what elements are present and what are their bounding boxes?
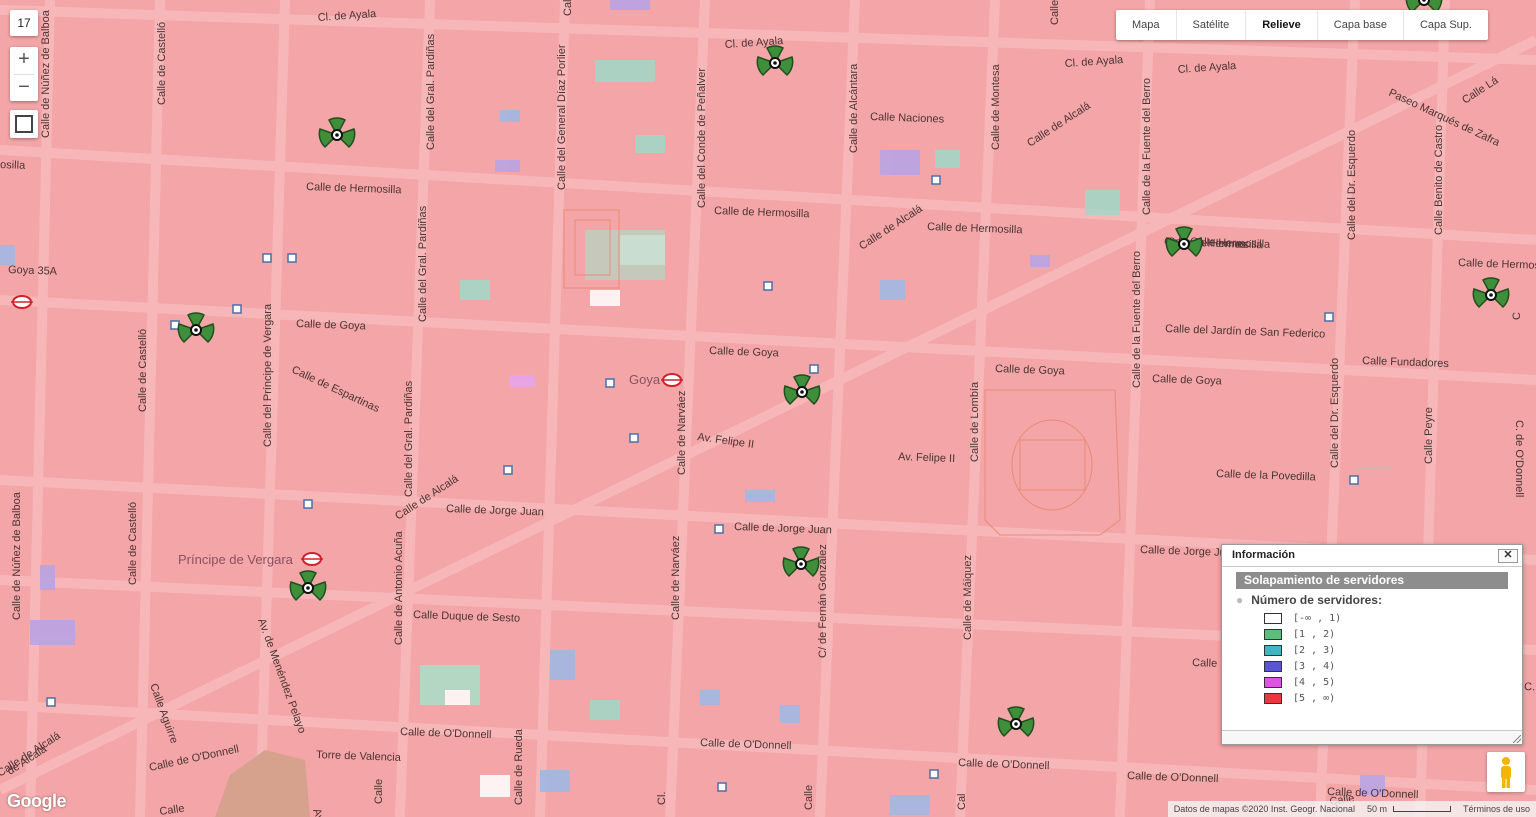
street-label: Calle de Castelló bbox=[156, 22, 168, 105]
street-label: Calle bbox=[1192, 657, 1217, 670]
street-label: Calle de Goya bbox=[709, 345, 780, 359]
info-panel: Información ✕ Solapamiento de servidores… bbox=[1221, 544, 1523, 745]
street-label: Calle del General Díaz Porlier bbox=[556, 44, 568, 190]
legend-row: [3 , 4) bbox=[1264, 658, 1522, 674]
legend-swatch bbox=[1264, 692, 1282, 704]
legend-row: [1 , 2) bbox=[1264, 626, 1522, 642]
map-attribution: Datos de mapas ©2020 Inst. Geogr. Nacion… bbox=[1167, 801, 1536, 817]
info-panel-header[interactable]: Información ✕ bbox=[1222, 545, 1522, 567]
info-panel-footer bbox=[1222, 730, 1522, 744]
metro-label-goya[interactable]: Goya bbox=[629, 372, 661, 387]
street-label: Calle bbox=[562, 0, 574, 16]
scale-bar bbox=[1392, 806, 1451, 812]
legend-swatch bbox=[1264, 628, 1282, 640]
street-label: osilla bbox=[0, 159, 26, 172]
street-label: Calle de Alcántara bbox=[848, 63, 860, 153]
street-label: Calle de Narváez bbox=[670, 536, 682, 620]
scale-label: 50 m bbox=[1366, 804, 1387, 814]
street-label: Calle de Montesa bbox=[990, 64, 1002, 150]
legend-row: [-∞ , 1) bbox=[1264, 610, 1522, 626]
legend-row: [2 , 3) bbox=[1264, 642, 1522, 658]
legend-swatch bbox=[1264, 676, 1282, 688]
street-label: Calle de Rueda bbox=[513, 728, 525, 805]
street-label: Calle de la Fuente del Berro bbox=[1141, 78, 1153, 215]
street-label: Calle del Dr. Esquerdo bbox=[1329, 358, 1341, 468]
legend-list: [-∞ , 1) [1 , 2) [2 , 3) [3 , 4) [4 , 5)… bbox=[1264, 610, 1522, 706]
street-label: Cal bbox=[956, 793, 968, 810]
legend-swatch bbox=[1264, 644, 1282, 656]
street-label: Calle de Antonio Acuña bbox=[393, 530, 405, 645]
legend-heading: ● Número de servidores: bbox=[1236, 593, 1382, 607]
street-label: Calle bbox=[373, 779, 385, 804]
resize-handle-icon[interactable] bbox=[1513, 735, 1521, 743]
street-label: Calle de Castelló bbox=[137, 329, 149, 412]
map-type-mapa[interactable]: Mapa bbox=[1116, 10, 1177, 40]
fullscreen-icon bbox=[15, 115, 24, 124]
zoom-out-button[interactable]: − bbox=[10, 75, 38, 102]
street-label: Calle de Núñez de Balboa bbox=[11, 491, 23, 620]
legend-swatch bbox=[1264, 612, 1282, 624]
map-canvas[interactable]: Cl. de Ayala Cl. de Ayala Cl. de Ayala Cl. … bbox=[0, 0, 1536, 817]
info-panel-title: Información bbox=[1232, 549, 1295, 561]
zoom-in-button[interactable]: + bbox=[10, 47, 38, 74]
street-label: Calle bbox=[1049, 0, 1061, 25]
street-label: Calle Peyre bbox=[1423, 407, 1435, 464]
street-label: Calle bbox=[159, 803, 186, 817]
street-label: Calle de Castelló bbox=[127, 502, 139, 585]
zoom-level-indicator: 17 bbox=[10, 10, 38, 36]
legend-row: [5 , ∞) bbox=[1264, 690, 1522, 706]
fullscreen-button[interactable] bbox=[10, 110, 38, 138]
street-label: Calle del Gral. Pardiñas bbox=[425, 33, 437, 150]
street-label: C. bbox=[1524, 681, 1535, 693]
street-label: Calle de Máiquez bbox=[962, 555, 974, 640]
legend-row: [4 , 5) bbox=[1264, 674, 1522, 690]
close-icon[interactable]: ✕ bbox=[1498, 549, 1518, 563]
map-type-relieve[interactable]: Relieve bbox=[1246, 10, 1318, 40]
street-label: Goya 35A bbox=[8, 264, 58, 278]
street-label: Calle bbox=[803, 785, 815, 810]
map-type-selector: Mapa Satélite Relieve Capa base Capa Sup… bbox=[1116, 10, 1488, 40]
pegman-icon bbox=[1501, 757, 1511, 788]
metro-goya: Goya bbox=[629, 372, 684, 387]
street-label: Calle del Príncipe de Vergara bbox=[262, 303, 274, 447]
street-label: Cl. bbox=[656, 792, 668, 805]
street-label: Calle del Gral. Pardiñas bbox=[417, 205, 429, 322]
metro-icon-partial bbox=[10, 295, 34, 309]
street-label: Calle del Gral. Pardiñas bbox=[403, 380, 415, 497]
map-type-capa-sup[interactable]: Capa Sup. bbox=[1404, 10, 1488, 40]
measure-marker bbox=[1357, 468, 1389, 470]
attribution-text: Datos de mapas ©2020 Inst. Geogr. Nacion… bbox=[1173, 804, 1355, 814]
legend-swatch bbox=[1264, 660, 1282, 672]
street-label: Calle de Lombía bbox=[969, 381, 981, 462]
metro-label-principe-de-vergara[interactable]: Príncipe de Vergara bbox=[178, 552, 294, 567]
street-label: Calle de Goya bbox=[995, 363, 1066, 377]
terms-link[interactable]: Términos de uso bbox=[1457, 804, 1536, 814]
google-logo: Google bbox=[7, 791, 67, 811]
street-label: Calle de Goya bbox=[1152, 373, 1223, 387]
map-type-capa-base[interactable]: Capa base bbox=[1318, 10, 1404, 40]
street-label: Calle Benito de Castro bbox=[1433, 125, 1445, 235]
street-label: Av. Felipe II bbox=[898, 451, 955, 465]
street-label: Calle de Núñez de Balboa bbox=[40, 9, 52, 138]
zoom-control: + − bbox=[10, 47, 38, 101]
street-label: Calle del Dr. Esquerdo bbox=[1346, 130, 1358, 240]
street-label: C. de O'Donnell bbox=[1513, 420, 1525, 497]
layer-title: Solapamiento de servidores bbox=[1236, 572, 1508, 589]
street-label: Calle de la Fuente del Berro bbox=[1131, 251, 1143, 388]
street-label: Calle de Goya bbox=[296, 318, 367, 332]
street-label: Calle del Conde de Peñalver bbox=[696, 68, 708, 208]
street-label: C bbox=[1511, 312, 1523, 320]
bullet-icon: ● bbox=[1236, 593, 1244, 607]
street-view-pegman-button[interactable] bbox=[1487, 752, 1525, 792]
map-type-satelite[interactable]: Satélite bbox=[1177, 10, 1247, 40]
street-label: Calle de Narváez bbox=[676, 391, 688, 475]
